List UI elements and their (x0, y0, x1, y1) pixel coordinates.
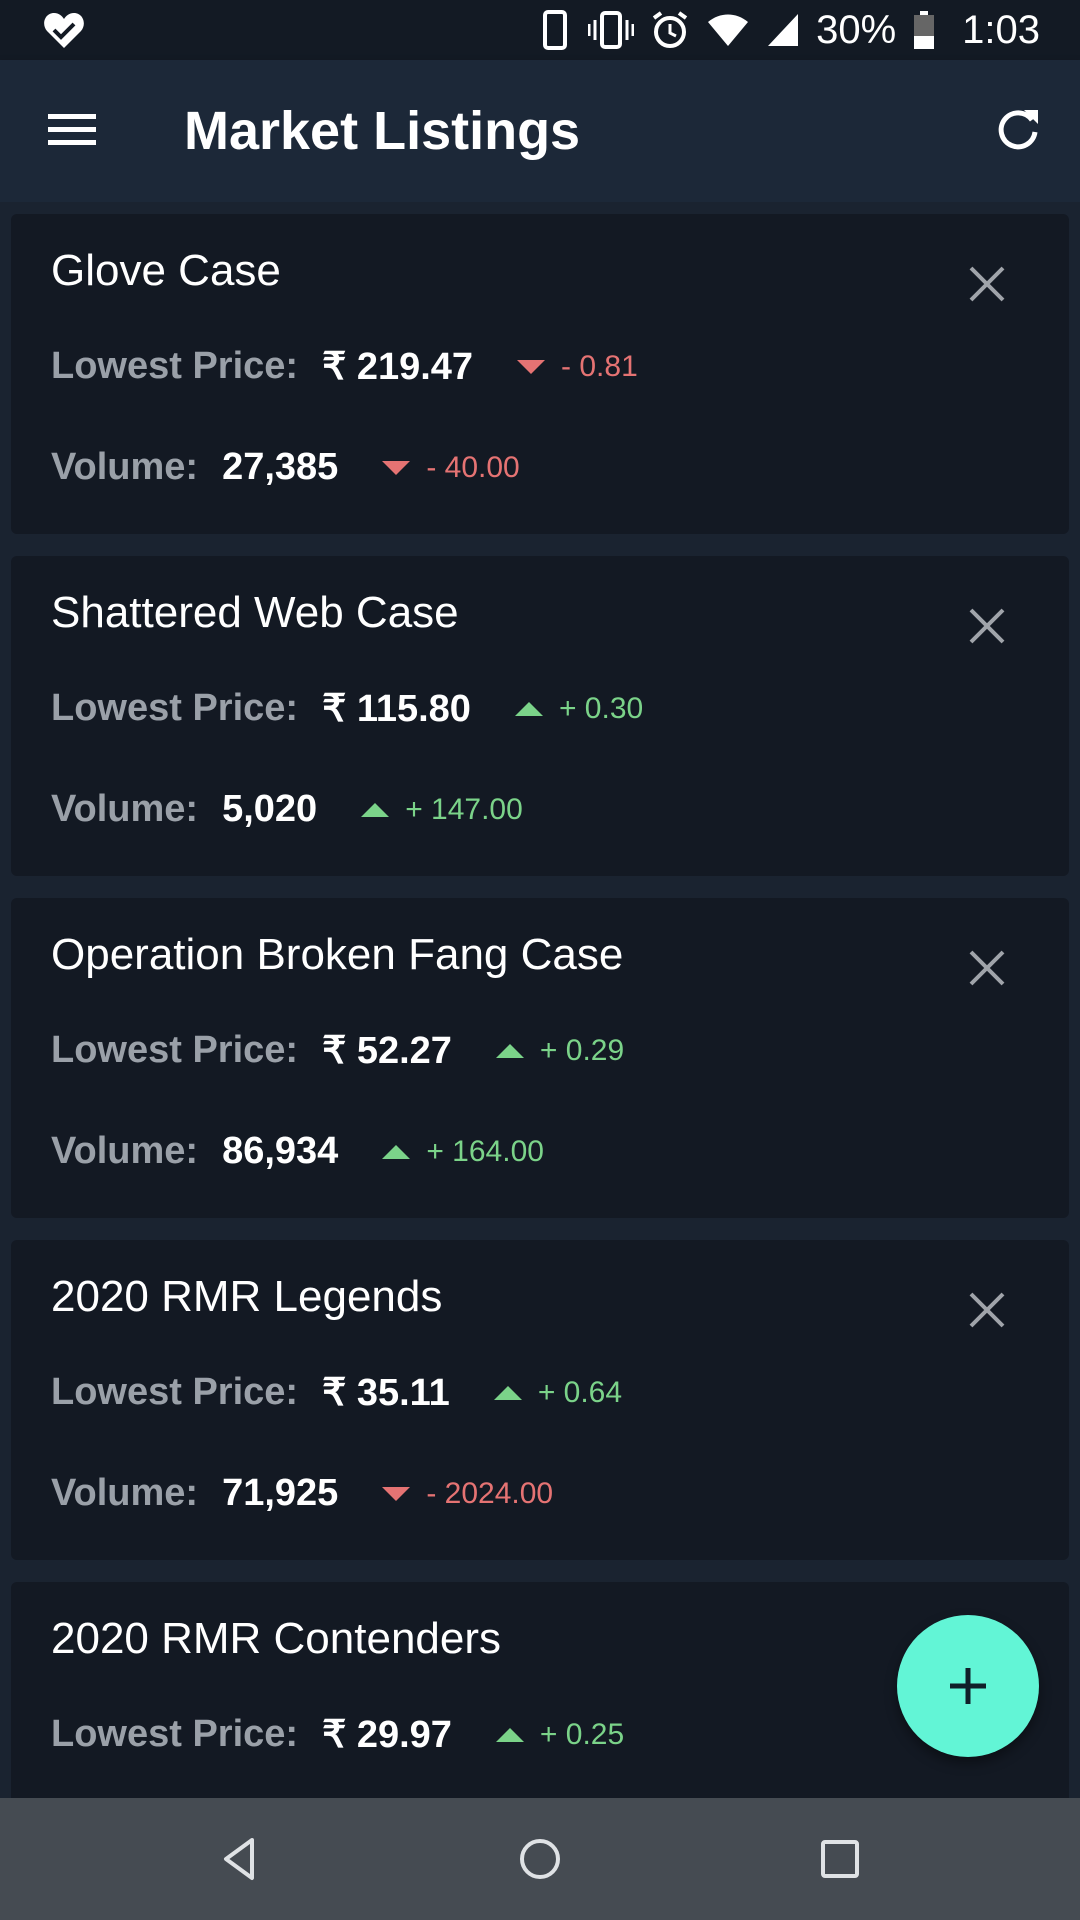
listing-name: 2020 RMR Legends (51, 1272, 443, 1321)
price-row: Lowest Price: ₹ 29.97 + 0.25 (51, 1712, 624, 1757)
battery-icon (914, 11, 935, 49)
close-icon[interactable] (967, 948, 1007, 988)
vibrate-icon (588, 11, 635, 49)
close-icon[interactable] (967, 606, 1007, 646)
price-label: Lowest Price: (51, 1713, 299, 1755)
system-nav-bar (0, 1798, 1080, 1920)
signal-icon (768, 14, 799, 46)
price-value: ₹ 29.97 (322, 1714, 452, 1756)
arrow-down-icon (517, 359, 546, 374)
listing-name: Glove Case (51, 246, 281, 295)
price-label: Lowest Price: (51, 687, 299, 729)
volume-row: Volume: 71,925 - 2024.00 (51, 1472, 553, 1515)
heart-check-icon (44, 13, 84, 48)
price-value: ₹ 52.27 (322, 1030, 452, 1072)
status-bar: 30% 1:03 (0, 0, 1080, 60)
volume-row: Volume: 27,385 - 40.00 (51, 446, 520, 489)
listing-card[interactable]: Operation Broken Fang Case Lowest Price:… (11, 898, 1069, 1218)
volume-label: Volume: (51, 1130, 199, 1172)
price-label: Lowest Price: (51, 345, 299, 387)
arrow-down-icon (382, 1486, 411, 1501)
volume-change: + 164.00 (426, 1134, 544, 1168)
price-label: Lowest Price: (51, 1371, 299, 1413)
price-change: - 0.81 (561, 349, 638, 383)
close-icon[interactable] (967, 1290, 1007, 1330)
volume-value: 27,385 (222, 446, 339, 488)
volume-value: 86,934 (222, 1130, 339, 1172)
volume-label: Volume: (51, 446, 199, 488)
price-row: Lowest Price: ₹ 115.80 + 0.30 (51, 686, 643, 731)
volume-change: - 40.00 (426, 450, 520, 484)
price-label: Lowest Price: (51, 1029, 299, 1071)
listing-name: 2020 RMR Contenders (51, 1614, 502, 1663)
alarm-icon (652, 11, 688, 48)
listing-card[interactable]: Shattered Web Case Lowest Price: ₹ 115.8… (11, 556, 1069, 876)
recents-icon[interactable] (815, 1834, 865, 1884)
volume-label: Volume: (51, 1472, 199, 1514)
listing-card[interactable]: 2020 RMR Legends Lowest Price: ₹ 35.11 +… (11, 1240, 1069, 1560)
listings-list[interactable]: Glove Case Lowest Price: ₹ 219.47 - 0.81… (0, 202, 1080, 1798)
arrow-up-icon (382, 1144, 411, 1159)
arrow-up-icon (493, 1385, 522, 1400)
volume-label: Volume: (51, 788, 199, 830)
price-row: Lowest Price: ₹ 52.27 + 0.29 (51, 1028, 624, 1073)
arrow-up-icon (361, 802, 390, 817)
price-row: Lowest Price: ₹ 35.11 + 0.64 (51, 1370, 622, 1415)
arrow-up-icon (495, 1043, 524, 1058)
volume-change: - 2024.00 (426, 1476, 554, 1510)
clock: 1:03 (962, 7, 1040, 52)
hamburger-menu-icon[interactable] (48, 112, 96, 148)
add-listing-button[interactable] (897, 1615, 1039, 1757)
back-icon[interactable] (216, 1834, 266, 1884)
price-value: ₹ 35.11 (322, 1372, 450, 1414)
volume-change: + 147.00 (405, 792, 523, 826)
phone-icon (543, 10, 568, 50)
listing-name: Shattered Web Case (51, 588, 459, 637)
app-bar: Market Listings (0, 60, 1080, 202)
refresh-icon[interactable] (994, 106, 1042, 154)
listing-name: Operation Broken Fang Case (51, 930, 624, 979)
close-icon[interactable] (967, 264, 1007, 304)
arrow-down-icon (382, 460, 411, 475)
home-icon[interactable] (515, 1834, 565, 1884)
price-change: + 0.25 (539, 1717, 625, 1751)
page-title: Market Listings (184, 101, 581, 161)
volume-row: Volume: 5,020 + 147.00 (51, 788, 523, 831)
volume-value: 5,020 (222, 788, 318, 830)
plus-icon (950, 1668, 986, 1704)
wifi-icon (708, 14, 749, 46)
price-change: + 0.29 (539, 1033, 625, 1067)
price-value: ₹ 115.80 (322, 688, 471, 730)
price-value: ₹ 219.47 (322, 346, 474, 388)
price-row: Lowest Price: ₹ 219.47 - 0.81 (51, 344, 638, 389)
arrow-up-icon (514, 701, 543, 716)
price-change: + 0.64 (537, 1375, 623, 1409)
battery-percentage: 30% (816, 7, 897, 52)
volume-value: 71,925 (222, 1472, 339, 1514)
price-change: + 0.30 (558, 691, 644, 725)
arrow-up-icon (495, 1727, 524, 1742)
listing-card[interactable]: Glove Case Lowest Price: ₹ 219.47 - 0.81… (11, 214, 1069, 534)
volume-row: Volume: 86,934 + 164.00 (51, 1130, 544, 1173)
